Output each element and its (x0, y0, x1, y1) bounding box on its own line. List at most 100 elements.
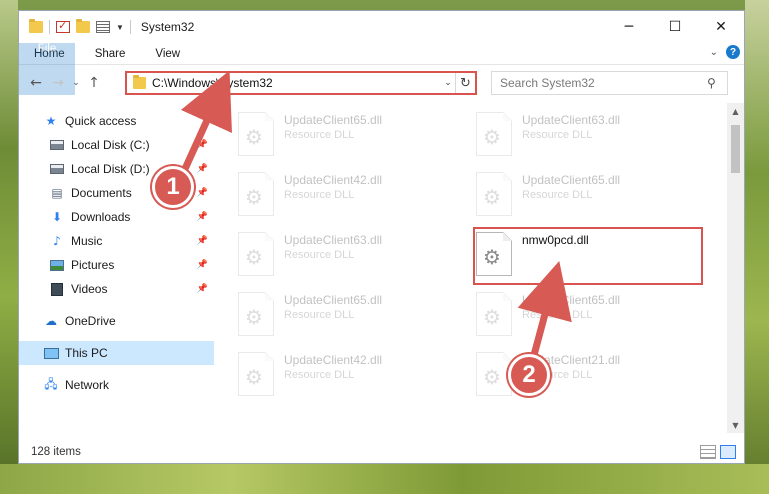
file-item[interactable]: ⚙ UpdateClient65.dll Resource DLL (238, 109, 468, 161)
view-switcher (700, 445, 736, 459)
new-folder-icon[interactable] (76, 19, 90, 33)
background-right (745, 0, 769, 494)
search-icon[interactable]: ⚲ (707, 76, 727, 90)
file-type: Resource DLL (284, 309, 355, 321)
highlight-box (473, 227, 703, 285)
sidebar-item-label: Local Disk (D:) (71, 162, 150, 176)
gear-icon: ⚙ (483, 305, 501, 329)
back-button[interactable]: ← (25, 75, 47, 91)
star-icon: ★ (45, 114, 57, 128)
dll-file-icon: ⚙ (238, 112, 274, 156)
file-item[interactable]: ⚙ UpdateClient42.dll Resource DLL (238, 349, 468, 401)
step-1-badge: 1 (152, 166, 194, 208)
pin-icon[interactable]: 📌 (197, 188, 208, 198)
file-item[interactable]: ⚙ UpdateClient63.dll Resource DLL (238, 229, 468, 281)
file-name: UpdateClient63.dll (284, 233, 383, 247)
customize-dropdown-icon[interactable]: ▼ (116, 23, 124, 32)
document-icon: ▤ (51, 186, 63, 200)
file-name: UpdateClient63.dll (522, 113, 621, 127)
sidebar-item-onedrive[interactable]: ☁ OneDrive (19, 309, 214, 333)
pin-icon[interactable]: 📌 (197, 140, 208, 150)
file-name: UpdateClient42.dll (284, 353, 383, 367)
refresh-button[interactable]: ↻ (455, 73, 475, 93)
background-left (0, 0, 18, 494)
gear-icon: ⚙ (245, 185, 263, 209)
vertical-scrollbar[interactable]: ▲ ▼ (727, 103, 744, 433)
address-dropdown-icon[interactable]: ⌄ (441, 78, 455, 88)
scroll-thumb[interactable] (731, 125, 740, 173)
quick-access-toolbar: ▼ (19, 19, 131, 34)
properties-icon[interactable] (96, 21, 110, 33)
gear-icon: ⚙ (245, 305, 263, 329)
pictures-icon (50, 259, 64, 271)
search-box[interactable]: Search System32 ⚲ (491, 71, 728, 95)
maximize-button[interactable]: ☐ (652, 11, 698, 43)
folder-icon (133, 75, 146, 89)
properties-check-icon[interactable] (56, 19, 70, 33)
item-count: 128 items (31, 446, 81, 458)
sidebar-item-label: OneDrive (65, 314, 116, 328)
dll-file-icon: ⚙ (238, 232, 274, 276)
sidebar-item-label: Pictures (71, 258, 115, 272)
file-type: Resource DLL (284, 249, 355, 261)
status-bar: 128 items (19, 441, 744, 463)
file-item[interactable]: ⚙ UpdateClient65.dll Resource DLL (238, 289, 468, 341)
address-path[interactable]: C:\Windows\System32 (152, 76, 441, 90)
sidebar-item-label: Network (65, 378, 110, 392)
pin-icon[interactable]: 📌 (197, 164, 208, 174)
pin-icon[interactable]: 📌 (197, 236, 208, 246)
dll-file-icon: ⚙ (238, 172, 274, 216)
scroll-down-icon[interactable]: ▼ (727, 417, 744, 433)
drive-icon (50, 140, 64, 150)
up-button[interactable]: ↑ (83, 75, 105, 91)
details-view-icon[interactable] (700, 445, 716, 459)
sidebar-item-music[interactable]: ♪ Music 📌 (19, 229, 214, 253)
scroll-up-icon[interactable]: ▲ (727, 103, 744, 119)
forward-button[interactable]: → (47, 75, 69, 91)
ribbon-right-controls: ⌄ ? (710, 45, 740, 59)
drive-icon (50, 164, 64, 174)
search-input[interactable]: Search System32 (500, 76, 707, 90)
toolbar-divider (129, 20, 131, 34)
pin-icon[interactable]: 📌 (197, 212, 208, 222)
navigation-bar: ← → ⌄ ↑ C:\Windows\System32 ⌄ ↻ Search S… (19, 65, 744, 101)
sidebar-item-downloads[interactable]: ⬇ Downloads 📌 (19, 205, 214, 229)
dll-file-icon: ⚙ (476, 112, 512, 156)
window-controls: ─ ☐ ✕ (606, 11, 744, 43)
gear-icon: ⚙ (483, 365, 501, 389)
address-bar[interactable]: C:\Windows\System32 ⌄ ↻ (125, 71, 477, 95)
navigation-pane: ★ Quick access Local Disk (C:) 📌 Local D… (19, 103, 214, 433)
this-pc-icon (43, 347, 59, 359)
sidebar-item-pictures[interactable]: Pictures 📌 (19, 253, 214, 277)
pin-icon[interactable]: 📌 (197, 284, 208, 294)
sidebar-item-local-disk-c[interactable]: Local Disk (C:) 📌 (19, 133, 214, 157)
step-2-badge: 2 (508, 354, 550, 396)
file-item[interactable]: ⚙ UpdateClient42.dll Resource DLL (238, 169, 468, 221)
gear-icon: ⚙ (245, 245, 263, 269)
close-button[interactable]: ✕ (698, 11, 744, 43)
help-button[interactable]: ? (726, 45, 740, 59)
sidebar-item-videos[interactable]: Videos 📌 (19, 277, 214, 301)
file-item[interactable]: ⚙ UpdateClient65.dll Resource DLL (476, 289, 706, 341)
recent-locations-button[interactable]: ⌄ (69, 78, 83, 88)
minimize-button[interactable]: ─ (606, 11, 652, 43)
gear-icon: ⚙ (483, 125, 501, 149)
tab-share[interactable]: Share (80, 43, 141, 64)
network-icon: 🖧 (44, 376, 58, 391)
sidebar-item-network[interactable]: 🖧 Network (19, 373, 214, 397)
gear-icon: ⚙ (483, 185, 501, 209)
sidebar-item-quick-access[interactable]: ★ Quick access (19, 109, 214, 133)
sidebar-item-label: Local Disk (C:) (71, 138, 150, 152)
background-bottom (0, 464, 769, 494)
gear-icon: ⚙ (245, 365, 263, 389)
pin-icon[interactable]: 📌 (197, 260, 208, 270)
tiles-view-icon[interactable] (720, 445, 736, 459)
file-item[interactable]: ⚙ UpdateClient65.dll Resource DLL (476, 169, 706, 221)
sidebar-item-this-pc[interactable]: This PC (19, 341, 214, 365)
music-icon: ♪ (53, 234, 61, 248)
file-item[interactable]: ⚙ UpdateClient63.dll Resource DLL (476, 109, 706, 161)
file-name: UpdateClient65.dll (522, 293, 621, 307)
chevron-down-icon[interactable]: ⌄ (710, 47, 718, 58)
dll-file-icon: ⚙ (476, 352, 512, 396)
tab-view[interactable]: View (140, 43, 195, 64)
